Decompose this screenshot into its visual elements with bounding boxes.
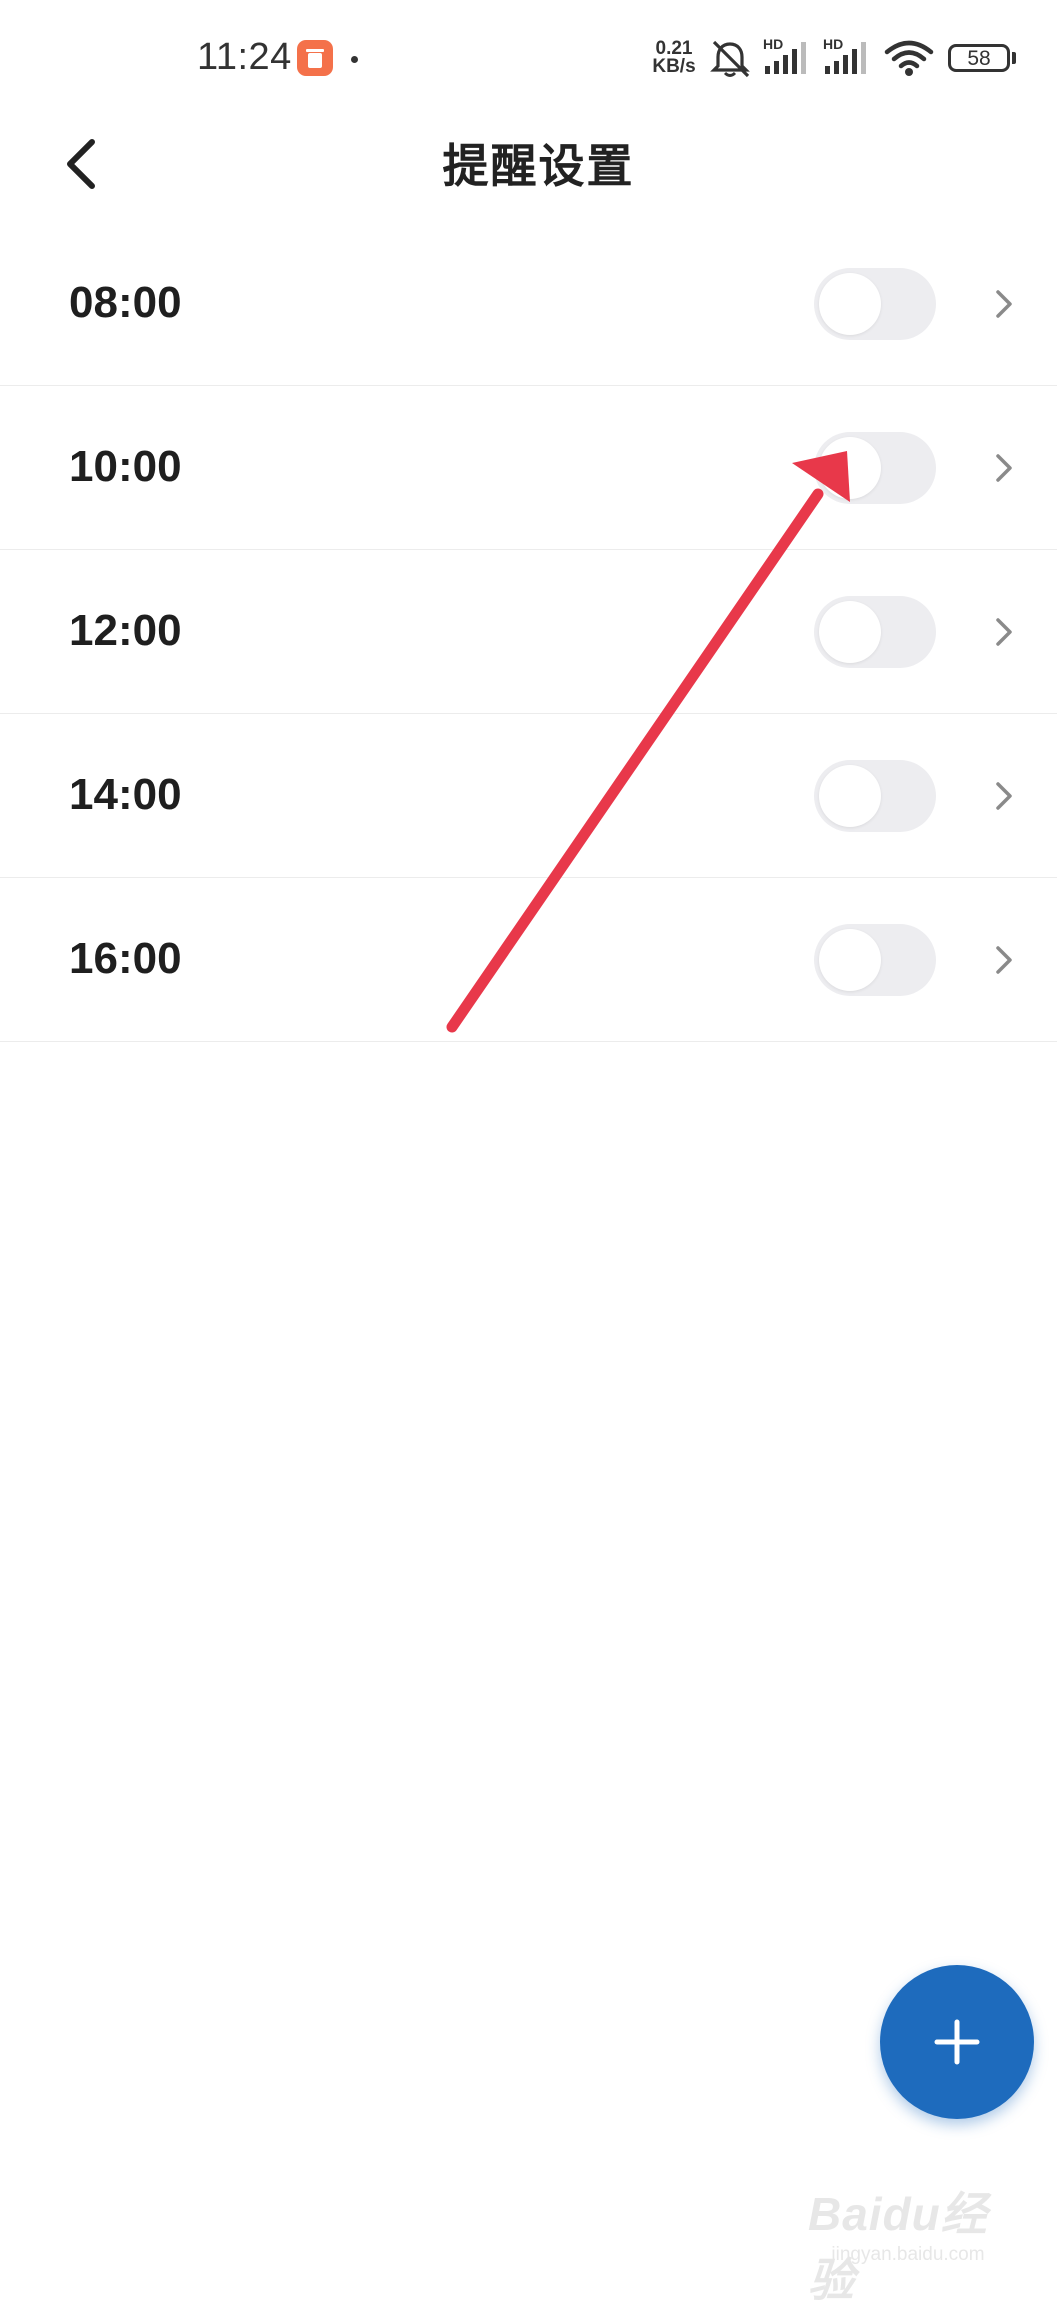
network-speed-unit: KB/s <box>652 56 696 77</box>
battery-cap <box>1012 52 1016 64</box>
chevron-right-icon <box>990 940 1018 980</box>
watermark-url: jingyan.baidu.com <box>831 2244 985 2265</box>
notification-dot <box>351 56 358 63</box>
reminder-row[interactable]: 10:00 <box>0 386 1057 550</box>
reminder-time: 14:00 <box>69 770 182 819</box>
reminder-row[interactable]: 08:00 <box>0 222 1057 386</box>
chevron-right-icon <box>990 612 1018 652</box>
reminder-row[interactable]: 16:00 <box>0 878 1057 1042</box>
watermark: Baidu经验 jingyan.baidu.com <box>808 2172 1008 2306</box>
battery-icon: 58 <box>948 44 1010 72</box>
add-reminder-button[interactable] <box>880 1965 1034 2119</box>
reminder-list: 08:00 10:00 12:00 14:00 16:00 <box>0 222 1057 1042</box>
chevron-right-icon <box>990 448 1018 488</box>
toggle-knob <box>819 765 881 827</box>
wifi-icon <box>884 38 934 83</box>
toggle-knob <box>819 601 881 663</box>
reminder-toggle[interactable] <box>814 432 936 504</box>
reminder-row[interactable]: 12:00 <box>0 550 1057 714</box>
chevron-right-icon <box>990 284 1018 324</box>
status-time: 11:24 <box>197 36 292 78</box>
reminder-time: 08:00 <box>69 278 182 327</box>
reminder-time: 10:00 <box>69 442 182 491</box>
signal-label: HD <box>763 36 784 52</box>
signal-icon: HD <box>823 36 875 83</box>
reminder-toggle[interactable] <box>814 760 936 832</box>
orange-app-icon <box>297 40 333 76</box>
reminder-toggle[interactable] <box>814 924 936 996</box>
signal-icon: HD <box>763 36 815 83</box>
toggle-knob <box>819 437 881 499</box>
toggle-knob <box>819 273 881 335</box>
page-title: 提醒设置 <box>442 140 635 192</box>
signal-label: HD <box>823 36 844 52</box>
mute-icon <box>706 38 754 85</box>
reminder-row[interactable]: 14:00 <box>0 714 1057 878</box>
reminder-toggle[interactable] <box>814 596 936 668</box>
toggle-knob <box>819 929 881 991</box>
reminder-time: 12:00 <box>69 606 182 655</box>
network-speed: 0.21 KB/s <box>648 39 700 77</box>
reminder-time: 16:00 <box>69 934 182 983</box>
reminder-toggle[interactable] <box>814 268 936 340</box>
chevron-right-icon <box>990 776 1018 816</box>
header: 提醒设置 <box>0 116 1057 212</box>
status-bar: 11:24 0.21 KB/s HD HD 58 <box>0 0 1057 116</box>
